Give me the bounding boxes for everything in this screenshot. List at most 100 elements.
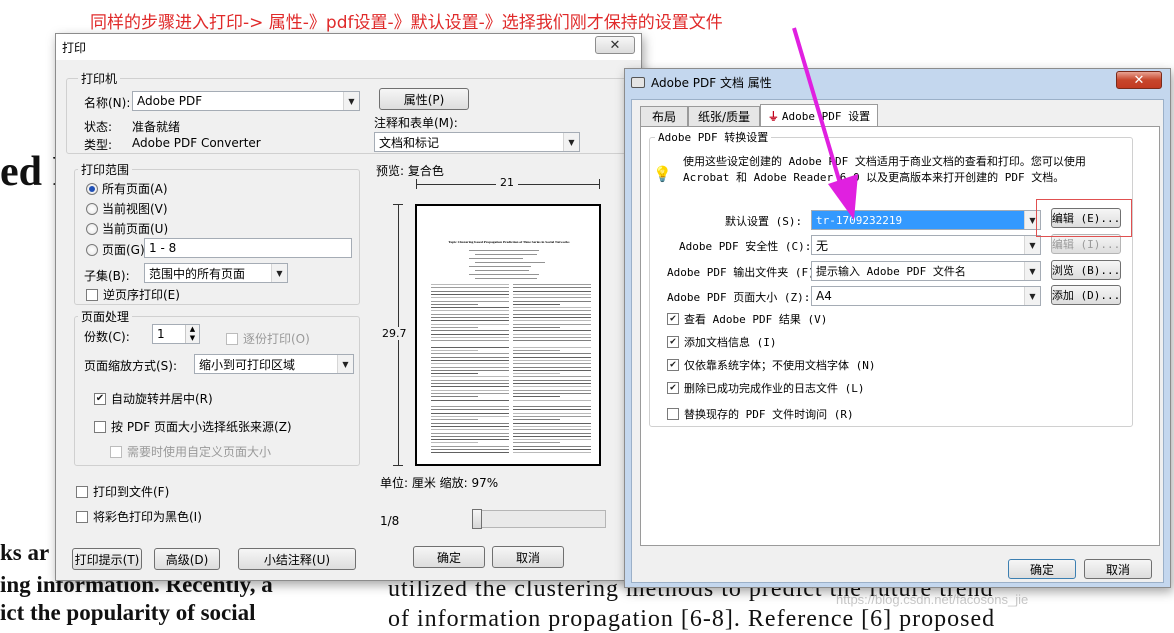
system-fonts-checkbox[interactable]: ✔ 仅依靠系统字体；不使用文档字体 (N) <box>667 357 876 373</box>
preview-line <box>431 290 509 292</box>
preview-line <box>431 406 509 408</box>
ask-replace-checkbox[interactable]: 替换现存的 PDF 文件时询问 (R) <box>667 406 854 422</box>
view-result-checkbox[interactable]: ✔ 查看 Adobe PDF 结果 (V) <box>667 311 827 327</box>
type-label: 类型: <box>84 138 113 152</box>
conversion-settings-label: Adobe PDF 转换设置 <box>655 129 772 145</box>
printer-name-select[interactable]: Adobe PDF ▼ <box>132 91 360 111</box>
adobe-dialog-close-button[interactable]: ✕ <box>1116 71 1162 89</box>
preview-width-dimension: 21 <box>416 176 600 192</box>
spinner-icon[interactable]: ▲ ▼ <box>185 325 199 343</box>
radio-pages[interactable]: 页面(G) <box>86 241 145 258</box>
preview-line <box>431 287 509 289</box>
preview-line <box>513 366 591 368</box>
add-doc-info-label: 添加文档信息 (I) <box>684 336 777 349</box>
checkmark-icon: ✔ <box>667 313 679 325</box>
printer-name-value: Adobe PDF <box>137 94 203 108</box>
delete-log-label: 删除已成功完成作业的日志文件 (L) <box>684 382 865 395</box>
preview-line <box>513 409 591 411</box>
scaling-select[interactable]: 缩小到可打印区域 ▼ <box>194 354 354 374</box>
preview-line <box>513 340 591 342</box>
print-dialog: 打印 ✕ 打印机 名称(N): Adobe PDF ▼ 属性(P) 状态: 准备… <box>55 33 642 581</box>
summarize-button[interactable]: 小结注释(U) <box>238 548 356 570</box>
preview-line <box>513 313 591 315</box>
radio-dot <box>86 202 98 215</box>
tab-strip: 布局 纸张/质量 ⏚ Adobe PDF 设置 <box>640 104 1160 128</box>
pages-input[interactable]: 1 - 8 <box>144 238 352 258</box>
annotations-select[interactable]: 文档和标记 ▼ <box>374 132 580 152</box>
add-page-size-button[interactable]: 添加 (D)... <box>1051 285 1121 305</box>
preview-line <box>513 353 591 355</box>
checkmark-icon: ✔ <box>667 382 679 394</box>
radio-current-view[interactable]: 当前视图(V) <box>86 200 168 217</box>
preview-line <box>513 323 591 325</box>
preview-line <box>431 396 478 398</box>
page-slider-thumb[interactable] <box>472 509 482 529</box>
checkbox-box <box>76 510 88 523</box>
copies-input[interactable]: 1 ▲ ▼ <box>152 324 200 344</box>
tab-layout[interactable]: 布局 <box>640 106 688 126</box>
subset-select[interactable]: 范围中的所有页面 ▼ <box>144 263 288 283</box>
preview-line <box>513 326 560 328</box>
browse-button[interactable]: 浏览 (B)... <box>1051 260 1121 280</box>
preview-line <box>431 383 509 384</box>
advanced-button[interactable]: 高级(D) <box>154 548 220 570</box>
preview-line <box>513 432 591 434</box>
preview-units: 单位: 厘米 缩放: 97% <box>380 476 499 490</box>
pointer-arrow-shaft <box>792 27 844 191</box>
scaling-value: 缩小到可打印区域 <box>199 357 296 372</box>
printer-group-label: 打印机 <box>78 70 121 87</box>
preview-line <box>469 266 531 267</box>
bg-left-line-3: ict the popularity of social <box>0 600 256 625</box>
radio-all-pages[interactable]: 所有页面(A) <box>86 180 168 197</box>
page-size-select[interactable]: A4 ▼ <box>811 286 1041 306</box>
view-result-label: 查看 Adobe PDF 结果 (V) <box>684 313 828 326</box>
radio-current-page[interactable]: 当前页面(U) <box>86 220 168 237</box>
print-to-file-checkbox[interactable]: 打印到文件(F) <box>76 483 169 500</box>
preview-line <box>431 303 478 305</box>
preview-line <box>431 442 478 444</box>
security-select[interactable]: 无 ▼ <box>811 235 1041 255</box>
checkbox-box <box>667 408 679 420</box>
print-dialog-close-button[interactable]: ✕ <box>595 36 635 54</box>
reverse-order-label: 逆页序打印(E) <box>103 288 180 302</box>
preview-line <box>431 435 509 437</box>
ok-button[interactable]: 确定 <box>413 546 485 568</box>
adobe-cancel-button[interactable]: 取消 <box>1084 559 1152 579</box>
copies-label: 份数(C): <box>84 330 130 344</box>
watermark: https://blog.csdn.net/facosons_jie <box>836 592 1029 607</box>
copies-value: 1 <box>157 327 165 341</box>
tab-panel: Adobe PDF 转换设置 💡 使用这些设定创建的 Adobe PDF 文档适… <box>640 126 1160 546</box>
preview-line <box>513 310 591 312</box>
print-dialog-titlebar: 打印 <box>56 34 641 60</box>
page-slider[interactable] <box>472 510 606 528</box>
cancel-button[interactable]: 取消 <box>492 546 564 568</box>
print-tips-button[interactable]: 打印提示(T) <box>72 548 142 570</box>
adobe-pdf-properties-dialog: Adobe PDF 文档 属性 ✕ 布局 纸张/质量 ⏚ Adobe PDF 设… <box>624 68 1171 588</box>
print-dialog-title: 打印 <box>62 40 87 55</box>
reverse-order-checkbox[interactable]: 逆页序打印(E) <box>86 286 180 303</box>
security-edit-button[interactable]: 编辑 (I)... <box>1051 234 1121 254</box>
checkbox-box <box>226 332 238 345</box>
delete-log-checkbox[interactable]: ✔ 删除已成功完成作业的日志文件 (L) <box>667 380 865 396</box>
chevron-down-icon: ▼ <box>271 264 287 282</box>
adobe-ok-button[interactable]: 确定 <box>1008 559 1076 579</box>
preview-line <box>513 300 591 302</box>
preview-line <box>513 416 591 417</box>
grayscale-checkbox[interactable]: 将彩色打印为黑色(I) <box>76 508 202 525</box>
preview-line <box>513 379 591 381</box>
preview-line <box>469 250 539 251</box>
output-folder-select[interactable]: 提示输入 Adobe PDF 文件名 ▼ <box>811 261 1041 281</box>
choose-source-checkbox[interactable]: 按 PDF 页面大小选择纸张来源(Z) <box>94 418 292 435</box>
type-value: Adobe PDF Converter <box>132 136 261 150</box>
auto-rotate-checkbox[interactable]: ✔ 自动旋转并居中(R) <box>94 390 213 407</box>
collate-checkbox[interactable]: 逐份打印(O) <box>226 330 310 347</box>
properties-button[interactable]: 属性(P) <box>379 88 469 110</box>
add-doc-info-checkbox[interactable]: ✔ 添加文档信息 (I) <box>667 334 777 350</box>
preview-page: Topic Clustering based Propagation Predi… <box>415 204 601 466</box>
preview-line <box>431 310 509 312</box>
custom-size-checkbox[interactable]: 需要时使用自定义页面大小 <box>110 443 271 460</box>
preview-line <box>431 376 509 378</box>
preview-line <box>513 350 560 351</box>
page-indicator: 1/8 <box>380 514 400 528</box>
tab-paper-quality[interactable]: 纸张/质量 <box>688 106 760 126</box>
